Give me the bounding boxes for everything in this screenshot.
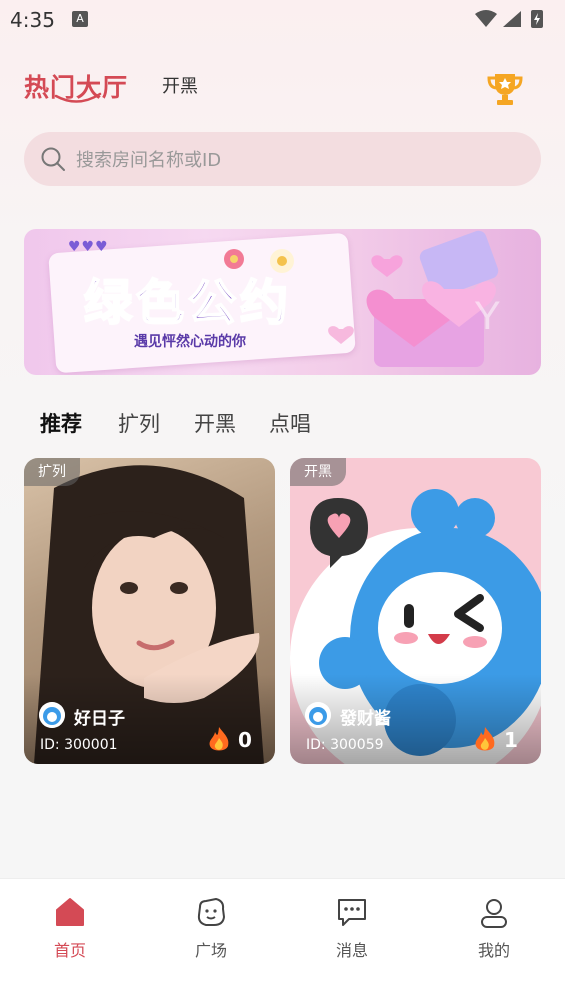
bottom-nav: 首页 广场 消息 我的 bbox=[0, 878, 565, 1005]
category-tab-kuolie[interactable]: 扩列 bbox=[118, 408, 160, 438]
wifi-icon bbox=[475, 10, 497, 27]
nav-profile[interactable]: 我的 bbox=[454, 895, 534, 961]
category-tab-tuijian[interactable]: 推荐 bbox=[40, 408, 82, 438]
nav-plaza-label: 广场 bbox=[194, 941, 227, 960]
plaza-icon bbox=[197, 898, 225, 926]
flower-icon bbox=[224, 249, 294, 273]
room-tag: 开黑 bbox=[290, 458, 346, 486]
category-tab-kaihei[interactable]: 开黑 bbox=[194, 408, 236, 438]
nav-home[interactable]: 首页 bbox=[30, 895, 110, 961]
banner-subtitle: 遇见怦然心动的你 bbox=[134, 334, 246, 350]
fire-icon bbox=[475, 727, 495, 751]
category-tab-dianchang[interactable]: 点唱 bbox=[269, 408, 311, 438]
room-card[interactable]: 扩列 好日子 ID: 300001 0 bbox=[24, 458, 275, 764]
room-id: ID: 300059 bbox=[306, 737, 384, 753]
gift-hearts-illustration: Y bbox=[328, 230, 501, 367]
svg-text:Y: Y bbox=[474, 294, 501, 338]
status-icons bbox=[475, 10, 543, 28]
search-icon bbox=[41, 147, 65, 171]
avatar bbox=[39, 702, 65, 728]
promo-banner[interactable]: ♥♥♥ 绿色公约 遇见怦然心动的你 Y bbox=[24, 229, 541, 375]
search-input[interactable] bbox=[74, 132, 518, 188]
message-icon bbox=[338, 899, 366, 926]
tab-kaihei[interactable]: 开黑 bbox=[162, 72, 198, 98]
profile-icon bbox=[481, 899, 507, 928]
avatar bbox=[305, 702, 331, 728]
room-tag: 扩列 bbox=[24, 458, 80, 486]
room-heat: 0 bbox=[238, 728, 252, 752]
status-bar: 4:35 A bbox=[0, 0, 565, 38]
room-card[interactable]: 开黑 發财酱 ID: 300059 1 bbox=[290, 458, 541, 764]
nav-messages[interactable]: 消息 bbox=[312, 895, 392, 961]
title-underline-icon bbox=[54, 92, 102, 103]
status-time: 4:35 bbox=[10, 8, 55, 32]
small-hearts-icon: ♥♥♥ bbox=[68, 239, 109, 255]
nav-profile-label: 我的 bbox=[477, 941, 510, 960]
home-icon bbox=[56, 898, 84, 926]
room-heat: 1 bbox=[504, 728, 518, 752]
notification-icon: A bbox=[72, 11, 88, 27]
signal-icon bbox=[503, 11, 521, 27]
nav-home-label: 首页 bbox=[53, 941, 86, 960]
room-name: 發财酱 bbox=[340, 709, 391, 729]
trophy-icon[interactable] bbox=[486, 70, 524, 108]
nav-messages-label: 消息 bbox=[335, 941, 368, 960]
room-id: ID: 300001 bbox=[40, 737, 118, 753]
fire-icon bbox=[209, 727, 229, 751]
nav-plaza[interactable]: 广场 bbox=[171, 895, 251, 961]
search-bar[interactable] bbox=[24, 132, 541, 188]
room-name: 好日子 bbox=[74, 709, 125, 729]
